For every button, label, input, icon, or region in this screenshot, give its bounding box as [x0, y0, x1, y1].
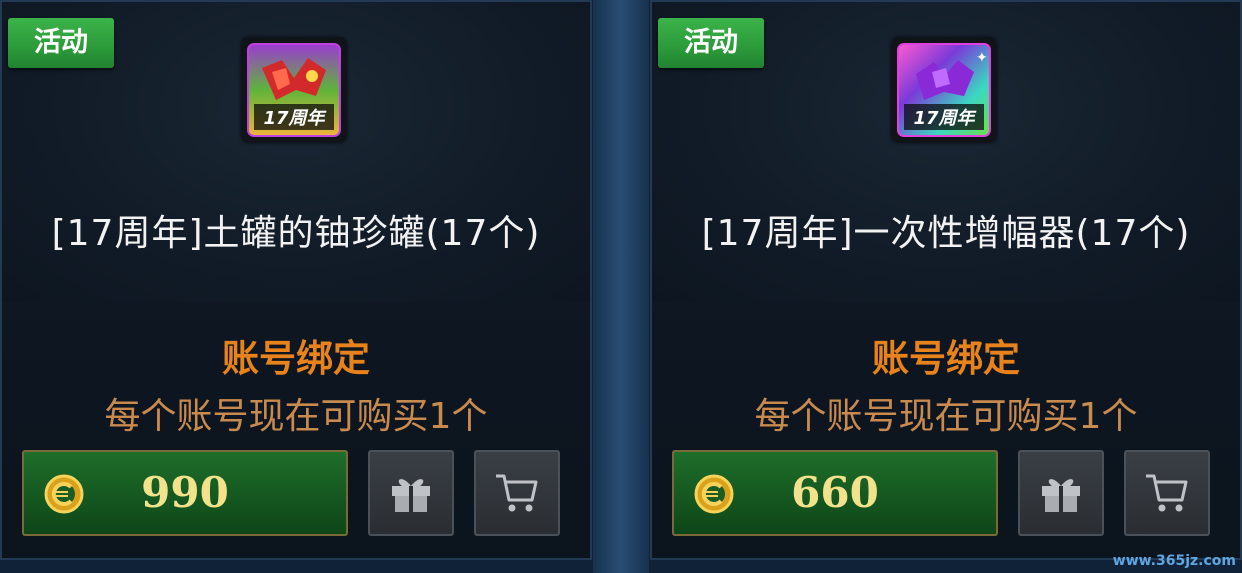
cart-icon	[1146, 474, 1188, 512]
account-bound-label: 账号绑定	[872, 337, 1020, 380]
gift-button[interactable]	[368, 450, 454, 536]
item-title: [17周年]一次性增幅器(17个)	[701, 213, 1191, 254]
svg-text:✦: ✦	[976, 50, 988, 66]
gift-icon	[1042, 479, 1080, 512]
account-bound-label: 账号绑定	[222, 337, 370, 380]
item-title: [17周年]土罐的铀珍罐(17个)	[51, 213, 541, 254]
gift-icon	[392, 479, 430, 512]
cart-button[interactable]	[474, 450, 560, 536]
price-value: 990	[141, 468, 229, 517]
purchase-limit-label: 每个账号现在可购买1个	[754, 396, 1138, 437]
event-badge: 活动	[658, 18, 764, 68]
cart-button[interactable]	[1124, 450, 1210, 536]
gift-button[interactable]	[1018, 450, 1104, 536]
frame-divider	[593, 0, 649, 573]
price-value: 660	[791, 468, 879, 517]
buy-price-button[interactable]: 660	[672, 450, 998, 536]
watermark-text: www.365jz.com	[1112, 553, 1236, 569]
buy-price-button[interactable]: 990	[22, 450, 348, 536]
svg-text:17周年: 17周年	[263, 108, 327, 129]
shop-item-card: 活动 17周年 [17周年]土罐的铀珍罐(17个) 账号绑定 每个账号现在可购买…	[0, 0, 592, 560]
jar-item-icon[interactable]: 17周年	[242, 38, 346, 142]
event-badge: 活动	[8, 18, 114, 68]
purchase-limit-label: 每个账号现在可购买1个	[104, 396, 488, 437]
shop-item-card: 活动 ✦ 17周年 [17周年]一次性增幅器(17个) 账号绑定 每个账号现在可…	[650, 0, 1242, 560]
amplifier-item-icon[interactable]: ✦ 17周年	[892, 38, 996, 142]
cart-icon	[496, 474, 538, 512]
svg-text:17周年: 17周年	[913, 108, 977, 129]
